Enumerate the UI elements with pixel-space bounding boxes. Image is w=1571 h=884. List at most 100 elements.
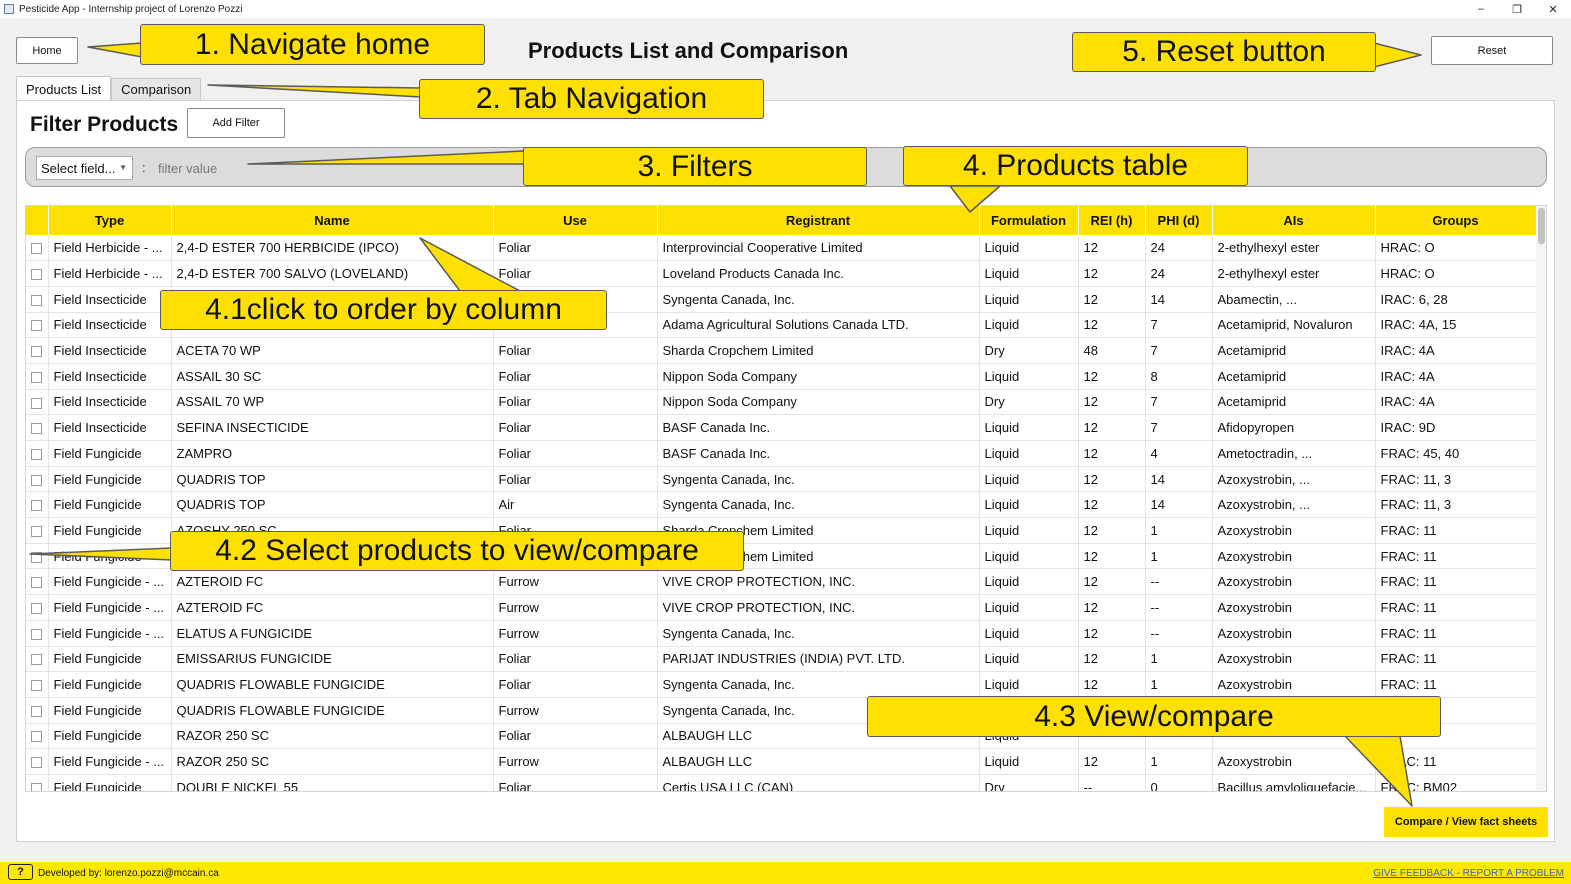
cell-formulation: Liquid [979, 414, 1079, 441]
table-row[interactable]: Field Herbicide - ... 2,4-D ESTER 700 SAL… [26, 260, 1537, 287]
minimize-icon[interactable]: – [1463, 0, 1499, 18]
row-checkbox[interactable] [31, 397, 43, 409]
table-row[interactable]: Field Fungicide - ... RAZOR 250 SC Furrow A… [26, 748, 1537, 775]
close-icon[interactable]: ✕ [1535, 0, 1571, 18]
cell-ais: Acetamiprid, Novaluron [1212, 312, 1376, 339]
row-checkbox[interactable] [31, 757, 43, 769]
column-header-use[interactable]: Use [493, 206, 658, 235]
column-header-name[interactable]: Name [171, 206, 494, 235]
row-select-cell [26, 414, 49, 441]
table-row[interactable]: Field Fungicide - ... ELATUS A FUNGICIDE F… [26, 620, 1537, 647]
table-row[interactable]: Field Insecticide ACETA 70 WP Foliar Sharda… [26, 337, 1537, 364]
filter-value-input[interactable] [156, 156, 356, 180]
cell-ais: Azoxystrobin [1212, 568, 1376, 596]
row-checkbox[interactable] [31, 525, 43, 537]
vertical-scrollbar[interactable] [1536, 206, 1546, 791]
row-checkbox[interactable] [31, 551, 43, 563]
feedback-link[interactable]: GIVE FEEDBACK - REPORT A PROBLEM [1373, 868, 1564, 879]
cell-rei: 12 [1078, 312, 1146, 339]
cell-ais: Azoxystrobin [1212, 646, 1376, 673]
column-header-registrant[interactable]: Registrant [657, 206, 980, 235]
callout-view-compare: 4.3 View/compare [867, 696, 1441, 737]
cell-use: Foliar [493, 363, 658, 390]
tab-products-list[interactable]: Products List [16, 76, 112, 101]
filter-heading: Filter Products [30, 113, 179, 136]
row-checkbox[interactable] [31, 474, 43, 486]
cell-groups: FRAC: 11, 3 [1375, 466, 1537, 493]
cell-name: QUADRIS TOP [171, 491, 494, 519]
cell-rei: 12 [1078, 517, 1146, 544]
row-checkbox[interactable] [31, 680, 43, 692]
row-checkbox[interactable] [31, 654, 43, 666]
callout-select-products: 4.2 Select products to view/compare [170, 531, 744, 571]
row-checkbox[interactable] [31, 423, 43, 435]
row-checkbox[interactable] [31, 782, 43, 791]
table-row[interactable]: Field Fungicide QUADRIS TOP Foliar Syngenta… [26, 466, 1537, 493]
row-checkbox[interactable] [31, 294, 43, 306]
cell-rei: -- [1078, 774, 1146, 791]
callout-order-by-column: 4.1click to order by column [160, 290, 607, 330]
cell-phi: -- [1145, 568, 1213, 596]
row-checkbox[interactable] [31, 320, 43, 332]
home-button[interactable]: Home [16, 37, 78, 64]
maximize-icon[interactable]: ❐ [1499, 0, 1535, 18]
column-header-select[interactable] [26, 206, 49, 235]
table-row[interactable]: Field Fungicide QUADRIS TOP Air Syngenta Ca… [26, 491, 1537, 519]
cell-type: Field Fungicide [48, 723, 172, 750]
column-header-formulation[interactable]: Formulation [979, 206, 1079, 235]
row-checkbox[interactable] [31, 731, 43, 743]
reset-button[interactable]: Reset [1431, 36, 1553, 65]
cell-groups: FRAC: 11 [1375, 568, 1537, 596]
table-row[interactable]: Field Insecticide SEFINA INSECTICIDE Folia… [26, 414, 1537, 441]
cell-ais: Azoxystrobin [1212, 543, 1376, 570]
tab-comparison[interactable]: Comparison [111, 78, 202, 100]
table-row[interactable]: Field Fungicide - ... AZTEROID FC Furrow VI… [26, 568, 1537, 596]
cell-ais: Acetamiprid [1212, 363, 1376, 390]
column-header-phi[interactable]: PHI (d) [1145, 206, 1213, 235]
row-checkbox[interactable] [31, 269, 43, 281]
cell-type: Field Fungicide - ... [48, 748, 172, 775]
row-select-cell [26, 517, 49, 544]
table-row[interactable]: Field Fungicide EMISSARIUS FUNGICIDE Folia… [26, 646, 1537, 673]
app-window: Pesticide App - Internship project of Lo… [0, 0, 1571, 884]
field-select[interactable]: Select field... ▼ [36, 156, 133, 180]
row-select-cell [26, 286, 49, 313]
table-row[interactable]: Field Fungicide - ... AZTEROID FC Furrow VI… [26, 594, 1537, 621]
row-checkbox[interactable] [31, 577, 43, 589]
app-icon [4, 4, 14, 14]
row-checkbox[interactable] [31, 371, 43, 383]
column-header-type[interactable]: Type [48, 206, 172, 235]
column-header-groups[interactable]: Groups [1375, 206, 1537, 235]
cell-use: Furrow [493, 568, 658, 596]
row-checkbox[interactable] [31, 346, 43, 358]
cell-rei: 12 [1078, 363, 1146, 390]
table-row[interactable]: Field Insecticide ASSAIL 30 SC Foliar Nippo… [26, 363, 1537, 390]
cell-rei: 12 [1078, 389, 1146, 416]
cell-phi: 7 [1145, 337, 1213, 364]
row-checkbox[interactable] [31, 243, 43, 255]
table-row[interactable]: Field Fungicide DOUBLE NICKEL 55 Foliar Cer… [26, 774, 1537, 791]
column-header-ais[interactable]: AIs [1212, 206, 1376, 235]
table-row[interactable]: Field Herbicide - ... 2,4-D ESTER 700 HER… [26, 235, 1537, 262]
add-filter-button[interactable]: Add Filter [187, 108, 285, 138]
cell-name: ASSAIL 70 WP [171, 389, 494, 416]
cell-use: Foliar [493, 440, 658, 467]
cell-ais: Azoxystrobin [1212, 620, 1376, 647]
table-row[interactable]: Field Fungicide ZAMPRO Foliar BASF Canada I… [26, 440, 1537, 467]
row-checkbox[interactable] [31, 448, 43, 460]
row-select-cell [26, 337, 49, 364]
row-checkbox[interactable] [31, 500, 43, 512]
row-checkbox[interactable] [31, 603, 43, 615]
column-header-rei[interactable]: REI (h) [1078, 206, 1146, 235]
table-row[interactable]: Field Insecticide ASSAIL 70 WP Foliar Nippo… [26, 389, 1537, 416]
row-checkbox[interactable] [31, 628, 43, 640]
row-checkbox[interactable] [31, 705, 43, 717]
table-row[interactable]: Field Fungicide QUADRIS FLOWABLE FUNGICID… [26, 671, 1537, 698]
cell-registrant: Nippon Soda Company [657, 363, 980, 390]
compare-button[interactable]: Compare / View fact sheets [1384, 807, 1548, 837]
cell-phi: 4 [1145, 440, 1213, 467]
cell-rei: 12 [1078, 414, 1146, 441]
cell-registrant: BASF Canada Inc. [657, 440, 980, 467]
scrollbar-thumb[interactable] [1538, 208, 1545, 244]
help-icon[interactable]: ? [8, 864, 33, 880]
